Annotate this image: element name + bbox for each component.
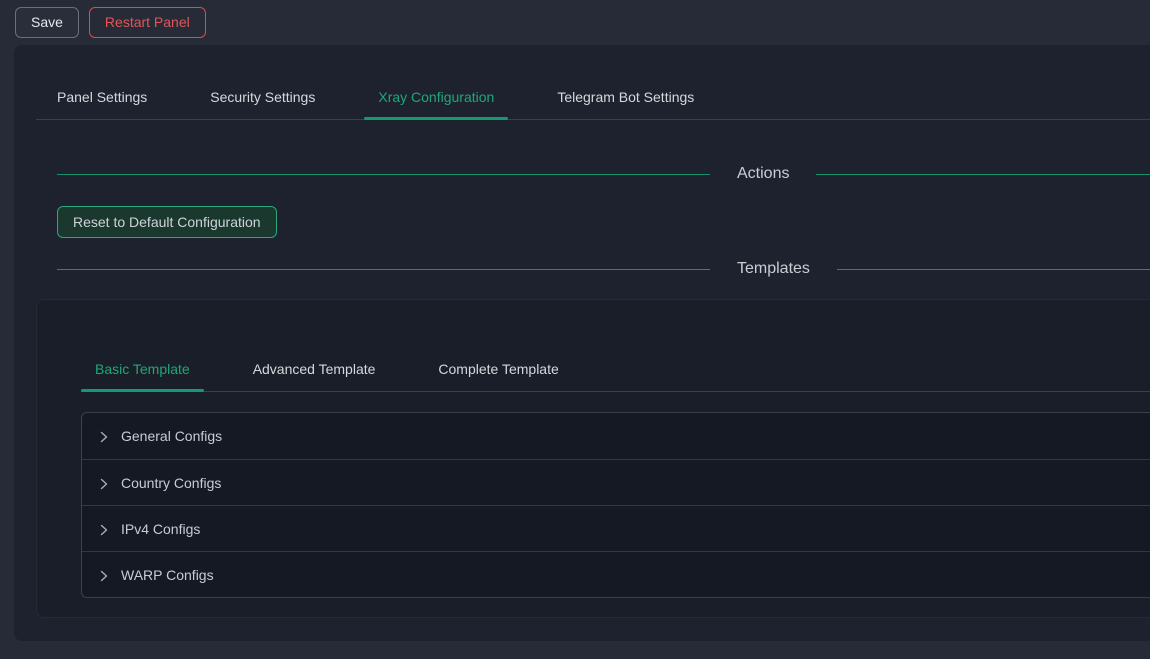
divider-line — [57, 269, 710, 270]
collapse-panel-label: General Configs — [121, 428, 222, 444]
templates-card: Basic Template Advanced Template Complet… — [36, 299, 1150, 618]
save-button[interactable]: Save — [15, 7, 79, 38]
tab-xray-configuration[interactable]: Xray Configuration — [364, 75, 508, 119]
collapse-panel-general-configs[interactable]: General Configs — [82, 413, 1150, 459]
divider-line — [57, 174, 710, 175]
tab-advanced-template[interactable]: Advanced Template — [239, 347, 390, 391]
chevron-right-icon — [98, 569, 110, 581]
chevron-right-icon — [98, 430, 110, 442]
collapse-panel-warp-configs[interactable]: WARP Configs — [82, 551, 1150, 597]
collapse-panel-label: IPv4 Configs — [121, 521, 200, 537]
tab-panel-settings[interactable]: Panel Settings — [43, 75, 161, 119]
divider-line — [816, 174, 1150, 175]
templates-divider-title: Templates — [710, 260, 837, 278]
settings-card: Panel Settings Security Settings Xray Co… — [14, 45, 1150, 641]
tab-security-settings[interactable]: Security Settings — [196, 75, 329, 119]
actions-divider: Actions — [57, 162, 1150, 186]
collapse-panel-ipv4-configs[interactable]: IPv4 Configs — [82, 505, 1150, 551]
restart-panel-button[interactable]: Restart Panel — [89, 7, 206, 38]
config-collapse-group: General Configs Country Configs IPv4 Con… — [81, 412, 1150, 598]
reset-default-configuration-button[interactable]: Reset to Default Configuration — [57, 206, 277, 238]
topbar: Save Restart Panel — [0, 0, 1150, 45]
settings-tabs: Panel Settings Security Settings Xray Co… — [36, 75, 1150, 120]
collapse-panel-label: WARP Configs — [121, 567, 214, 583]
collapse-panel-label: Country Configs — [121, 475, 221, 491]
chevron-right-icon — [98, 523, 110, 535]
tab-basic-template[interactable]: Basic Template — [81, 347, 204, 391]
template-tabs: Basic Template Advanced Template Complet… — [81, 347, 1150, 392]
collapse-panel-country-configs[interactable]: Country Configs — [82, 459, 1150, 505]
tab-telegram-bot-settings[interactable]: Telegram Bot Settings — [543, 75, 708, 119]
tab-complete-template[interactable]: Complete Template — [424, 347, 572, 391]
chevron-right-icon — [98, 477, 110, 489]
divider-line — [837, 269, 1150, 270]
actions-divider-title: Actions — [710, 165, 816, 183]
templates-divider: Templates — [57, 257, 1150, 281]
